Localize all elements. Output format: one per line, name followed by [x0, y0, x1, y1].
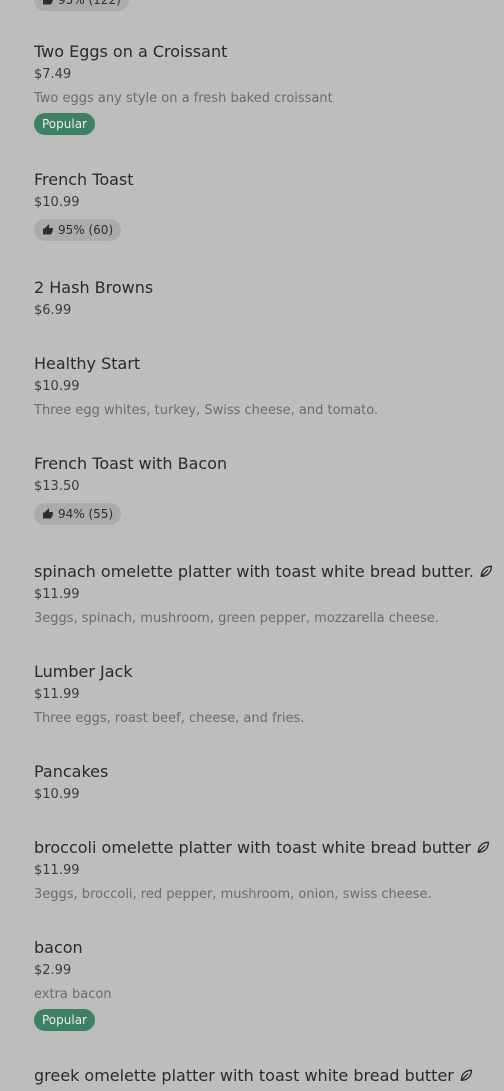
- thumbs-up-icon: [43, 0, 53, 5]
- item-name: Healthy Start: [34, 354, 141, 373]
- item-description: extra bacon: [34, 987, 112, 1002]
- item-name: Lumber Jack: [34, 662, 133, 681]
- menu-item[interactable]: Lumber Jack $11.99 Three eggs, roast bee…: [34, 662, 494, 727]
- item-name: Pancakes: [34, 762, 109, 781]
- leaf-icon: [460, 1069, 472, 1082]
- menu-item[interactable]: Healthy Start $10.99 Three egg whites, t…: [34, 354, 494, 419]
- leaf-icon: [480, 565, 492, 578]
- item-name: spinach omelette platter with toast whit…: [34, 562, 474, 581]
- item-price: $10.99: [34, 379, 80, 394]
- item-description: Three egg whites, turkey, Swiss cheese, …: [34, 403, 379, 418]
- menu-item[interactable]: Two Eggs on a Croissant $7.49 Two eggs a…: [34, 42, 494, 135]
- rating-badge: 94% (55): [34, 503, 122, 525]
- rating-badge: 95% (122): [34, 0, 129, 11]
- item-price: $6.99: [34, 303, 72, 318]
- menu-item[interactable]: broccoli omelette platter with toast whi…: [34, 838, 494, 903]
- popular-badge: Popular: [34, 113, 95, 135]
- item-name-row: broccoli omelette platter with toast whi…: [34, 838, 494, 858]
- item-name: greek omelette platter with toast white …: [34, 1066, 454, 1085]
- item-name: bacon: [34, 938, 83, 957]
- item-price: $11.99: [34, 587, 80, 602]
- menu-item[interactable]: Pancakes $10.99: [34, 762, 494, 803]
- menu-item[interactable]: French Toast $10.99 95% (60): [34, 170, 494, 241]
- popular-badge: Popular: [34, 1009, 95, 1031]
- menu-item[interactable]: French Toast with Bacon $13.50 94% (55): [34, 454, 494, 525]
- menu-item[interactable]: bacon $2.99 extra bacon Popular: [34, 938, 494, 1031]
- item-price: $10.99: [34, 787, 80, 802]
- item-name: French Toast with Bacon: [34, 454, 228, 473]
- menu-item[interactable]: greek omelette platter with toast white …: [34, 1066, 494, 1086]
- item-name: French Toast: [34, 170, 134, 189]
- item-price: $2.99: [34, 963, 72, 978]
- thumbs-up-icon: [43, 224, 53, 235]
- item-name: 2 Hash Browns: [34, 278, 154, 297]
- item-description: 3eggs, spinach, mushroom, green pepper, …: [34, 611, 440, 626]
- item-description: 3eggs, broccoli, red pepper, mushroom, o…: [34, 887, 432, 902]
- item-name: broccoli omelette platter with toast whi…: [34, 838, 471, 857]
- item-name-row: greek omelette platter with toast white …: [34, 1066, 494, 1086]
- item-name-row: spinach omelette platter with toast whit…: [34, 562, 494, 582]
- item-name: Two Eggs on a Croissant: [34, 42, 228, 61]
- item-price: $13.50: [34, 479, 80, 494]
- rating-text: 95% (60): [58, 223, 114, 237]
- item-description: Three eggs, roast beef, cheese, and frie…: [34, 711, 305, 726]
- menu-item[interactable]: 2 Hash Browns $6.99: [34, 278, 494, 319]
- rating-text: 95% (122): [58, 0, 121, 7]
- item-price: $11.99: [34, 687, 80, 702]
- item-description: Two eggs any style on a fresh baked croi…: [34, 91, 333, 106]
- rating-badge: 95% (60): [34, 219, 122, 241]
- menu-item[interactable]: spinach omelette platter with toast whit…: [34, 562, 494, 627]
- thumbs-up-icon: [43, 508, 53, 519]
- rating-text: 94% (55): [58, 507, 114, 521]
- item-price: $11.99: [34, 863, 80, 878]
- item-price: $10.99: [34, 195, 80, 210]
- leaf-icon: [477, 841, 489, 854]
- item-price: $7.49: [34, 67, 72, 82]
